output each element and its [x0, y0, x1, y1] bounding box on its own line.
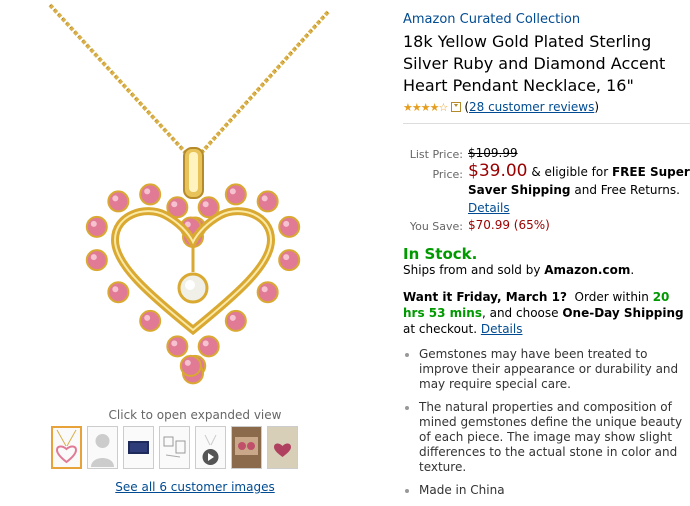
ruby-highlight [144, 314, 151, 321]
person-silhouette-icon [91, 434, 114, 467]
ships-from-text: Ships from and sold by Amazon.com. [403, 263, 635, 277]
pendant-thumb-icon [55, 429, 78, 464]
thumbnail-strip [51, 426, 298, 469]
you-save-value: $70.99 (65%) [468, 218, 550, 232]
thumbnail-customer-photo-1[interactable] [231, 426, 262, 469]
customer-photo-icon [232, 427, 261, 468]
brand-link[interactable]: Amazon Curated Collection [403, 12, 580, 27]
product-title: 18k Yellow Gold Plated Sterling Silver R… [403, 32, 666, 95]
bullet-item: Gemstones may have been treated to impro… [403, 347, 690, 392]
thumbnail-diagram[interactable] [159, 426, 190, 469]
customer-reviews-link[interactable]: 28 customer reviews [469, 100, 594, 114]
price-label: Price: [432, 168, 463, 181]
gift-box-icon [128, 441, 149, 454]
sale-price: $39.00 [468, 161, 528, 181]
ruby-stone [256, 190, 279, 213]
free-returns-text: and Free Returns. [574, 183, 680, 197]
ruby-stone [197, 335, 220, 358]
ruby-stone [278, 215, 301, 238]
ruby-stone [179, 354, 202, 377]
ruby-highlight [202, 201, 209, 208]
ruby-stone [107, 190, 130, 213]
divider [403, 123, 690, 124]
image-gallery: Click to open expanded view See all 6 cu… [0, 0, 390, 498]
ruby-stone [85, 249, 108, 272]
ruby-highlight [261, 286, 268, 293]
in-stock-status: In Stock. [403, 245, 478, 263]
chevron-down-icon[interactable] [451, 102, 462, 112]
ruby-highlight [202, 340, 209, 347]
ruby-stone [256, 281, 279, 304]
list-price-label: List Price: [409, 148, 463, 161]
ruby-highlight [283, 254, 290, 261]
thumbnail-pendant[interactable] [51, 426, 82, 469]
bullet-item: Made in China [403, 483, 690, 498]
price-block: $39.00 & eligible for FREE Super Saver S… [468, 162, 690, 217]
thumbnail-gift-box[interactable] [123, 426, 154, 469]
ruby-stone [85, 215, 108, 238]
one-day-shipping: One-Day Shipping [562, 306, 684, 320]
ruby-stone [224, 183, 247, 206]
customer-photo-icon [268, 427, 297, 468]
ruby-stone [107, 281, 130, 304]
thumbnail-customer-placeholder[interactable] [87, 426, 118, 469]
star-rating-icon[interactable]: ★★★★☆ [403, 101, 448, 114]
ruby-highlight [171, 201, 178, 208]
ruby-stone [139, 183, 162, 206]
ruby-stone [166, 335, 189, 358]
rating-row: ★★★★☆ (28 customer reviews) [403, 100, 600, 114]
delivery-estimate: Want it Friday, March 1? Order within 20… [403, 290, 684, 336]
ruby-highlight [229, 188, 236, 195]
bullet-item: The natural properties and composition o… [403, 400, 690, 475]
ruby-highlight [283, 220, 290, 227]
pendant-necklace-image [48, 3, 330, 385]
ruby-highlight [90, 220, 97, 227]
video-play-icon [202, 434, 219, 465]
eligible-text: & eligible for [531, 165, 609, 179]
ruby-highlight [112, 195, 119, 202]
thumbnail-video[interactable] [195, 426, 226, 469]
feature-bullets: Gemstones may have been treated to impro… [403, 347, 690, 506]
ruby-stone [224, 309, 247, 332]
main-product-image[interactable] [30, 0, 360, 400]
ruby-highlight [171, 340, 178, 347]
thumbnail-customer-photo-2[interactable] [267, 426, 298, 469]
diagram-icon [163, 436, 186, 458]
ruby-highlight [229, 314, 236, 321]
see-all-customer-images-link[interactable]: See all 6 customer images [0, 480, 390, 494]
shipping-details-link[interactable]: Details [468, 201, 510, 215]
ruby-highlight [184, 359, 191, 366]
ruby-highlight [261, 195, 268, 202]
delivery-details-link[interactable]: Details [481, 322, 523, 336]
ruby-stone [139, 309, 162, 332]
list-price: $109.99 [468, 146, 518, 160]
expand-caption: Click to open expanded view [108, 408, 282, 422]
ruby-stone [278, 249, 301, 272]
ruby-highlight [144, 188, 151, 195]
you-save-label: You Save: [409, 220, 463, 233]
delivery-date: Want it Friday, March 1? [403, 290, 567, 304]
ruby-highlight [112, 286, 119, 293]
ruby-highlight [90, 254, 97, 261]
